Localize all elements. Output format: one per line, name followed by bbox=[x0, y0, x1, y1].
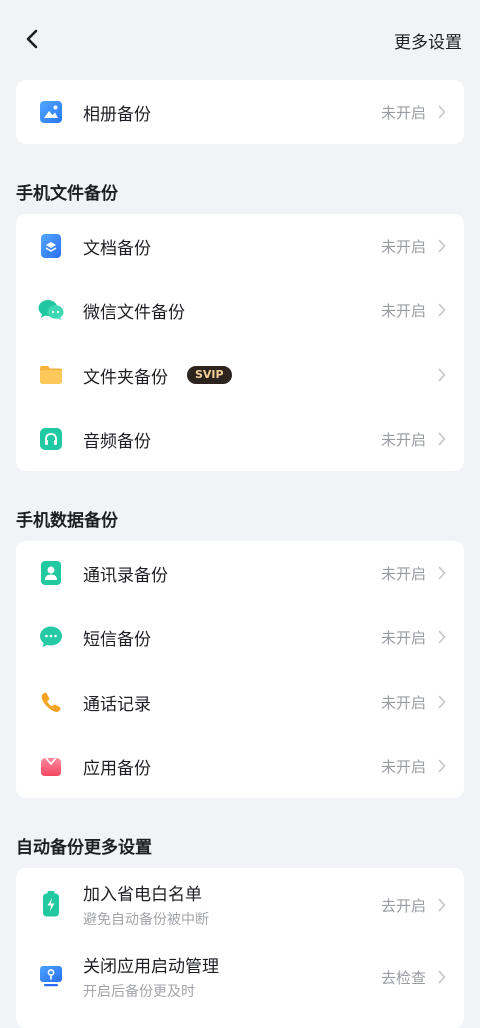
contacts-backup-status: 未开启 bbox=[380, 564, 426, 583]
back-button[interactable] bbox=[18, 24, 46, 54]
svip-badge: SVIP bbox=[187, 366, 232, 384]
contacts-backup-row[interactable]: 通讯录备份 未开启 bbox=[16, 541, 464, 605]
auto-settings-card: 加入省电白名单 避免自动备份被中断 去开启 关闭应用启动管理 开启后备份更及时 … bbox=[16, 868, 464, 1028]
audio-backup-label: 音频备份 bbox=[83, 431, 151, 452]
battery-whitelist-row[interactable]: 加入省电白名单 避免自动备份被中断 去开启 bbox=[16, 868, 464, 940]
file-section-title: 手机文件备份 bbox=[16, 184, 118, 204]
document-backup-status: 未开启 bbox=[380, 237, 426, 256]
more-settings-button[interactable]: 更多设置 bbox=[394, 28, 462, 53]
chevron-right-icon bbox=[436, 628, 448, 646]
chevron-right-icon bbox=[436, 693, 448, 711]
contacts-backup-label: 通讯录备份 bbox=[83, 565, 168, 586]
battery-icon bbox=[38, 891, 64, 917]
file-backup-card: 文档备份 未开启 微信文件备份 未开启 文件夹备份 SVIP 音频备份 未开启 bbox=[16, 214, 464, 471]
headphones-icon bbox=[38, 426, 64, 452]
call-log-status: 未开启 bbox=[380, 693, 426, 712]
folder-icon bbox=[38, 362, 64, 388]
chevron-right-icon bbox=[436, 430, 448, 448]
chevron-right-icon bbox=[436, 103, 448, 121]
call-log-row[interactable]: 通话记录 未开启 bbox=[16, 670, 464, 734]
startup-manager-label: 关闭应用启动管理 bbox=[83, 957, 219, 977]
startup-manager-sub: 开启后备份更及时 bbox=[83, 984, 195, 1000]
startup-manager-row[interactable]: 关闭应用启动管理 开启后备份更及时 去检查 bbox=[16, 940, 464, 1012]
battery-whitelist-sub: 避免自动备份被中断 bbox=[83, 912, 209, 928]
message-icon bbox=[38, 624, 64, 650]
header: 更多设置 bbox=[0, 0, 480, 78]
chevron-right-icon bbox=[436, 757, 448, 775]
document-icon bbox=[38, 233, 64, 259]
wechat-icon bbox=[38, 297, 64, 323]
wechat-file-backup-row[interactable]: 微信文件备份 未开启 bbox=[16, 278, 464, 342]
chevron-right-icon bbox=[436, 237, 448, 255]
call-log-label: 通话记录 bbox=[83, 694, 151, 715]
chevron-right-icon bbox=[436, 896, 448, 914]
sms-backup-row[interactable]: 短信备份 未开启 bbox=[16, 605, 464, 669]
audio-backup-row[interactable]: 音频备份 未开启 bbox=[16, 407, 464, 471]
chevron-right-icon bbox=[436, 968, 448, 986]
sms-backup-label: 短信备份 bbox=[83, 629, 151, 650]
back-arrow-icon bbox=[26, 29, 38, 49]
folder-backup-label: 文件夹备份 bbox=[83, 367, 168, 388]
audio-backup-status: 未开启 bbox=[380, 430, 426, 449]
data-backup-card: 通讯录备份 未开启 短信备份 未开启 通话记录 未开启 应用备份 未开启 bbox=[16, 541, 464, 798]
chevron-right-icon bbox=[436, 301, 448, 319]
battery-whitelist-label: 加入省电白名单 bbox=[83, 885, 202, 905]
album-backup-label: 相册备份 bbox=[83, 104, 151, 125]
phone-icon bbox=[38, 689, 64, 715]
document-backup-row[interactable]: 文档备份 未开启 bbox=[16, 214, 464, 278]
app-icon bbox=[38, 753, 64, 779]
app-backup-label: 应用备份 bbox=[83, 758, 151, 779]
wechat-file-backup-label: 微信文件备份 bbox=[83, 302, 185, 323]
battery-whitelist-status: 去开启 bbox=[380, 897, 426, 915]
wechat-file-backup-status: 未开启 bbox=[380, 301, 426, 320]
sms-backup-status: 未开启 bbox=[380, 628, 426, 647]
app-backup-status: 未开启 bbox=[380, 757, 426, 776]
album-backup-status: 未开启 bbox=[380, 103, 426, 122]
document-backup-label: 文档备份 bbox=[83, 238, 151, 259]
album-backup-row[interactable]: 相册备份 未开启 bbox=[16, 80, 464, 144]
chevron-right-icon bbox=[436, 564, 448, 582]
folder-backup-row[interactable]: 文件夹备份 SVIP bbox=[16, 343, 464, 407]
startup-manager-icon bbox=[38, 963, 64, 989]
data-section-title: 手机数据备份 bbox=[16, 511, 118, 531]
album-card: 相册备份 未开启 bbox=[16, 80, 464, 144]
contacts-icon bbox=[38, 560, 64, 586]
chevron-right-icon bbox=[436, 366, 448, 384]
image-icon bbox=[38, 99, 64, 125]
startup-manager-status: 去检查 bbox=[380, 969, 426, 987]
auto-section-title: 自动备份更多设置 bbox=[16, 838, 152, 858]
app-backup-row[interactable]: 应用备份 未开启 bbox=[16, 734, 464, 798]
